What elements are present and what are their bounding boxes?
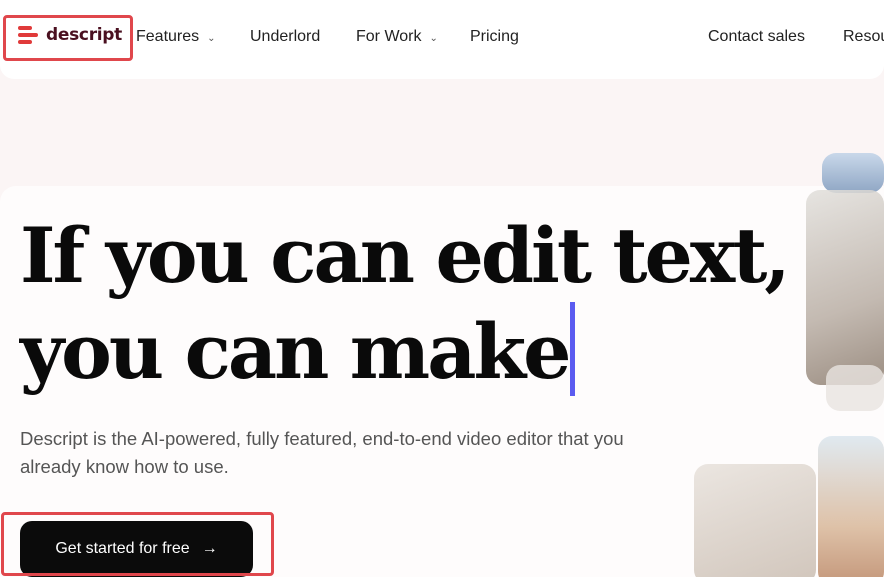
chevron-down-icon: ⌄ [429,32,438,44]
nav-resources[interactable]: Resou [843,28,884,46]
chevron-down-icon: ⌄ [207,32,216,44]
logo-highlight-box [3,15,133,61]
media-thumbnail [826,365,884,411]
headline-line-1: If you can edit text, [20,211,791,300]
nav-features-label: Features [136,28,200,45]
nav-for-work[interactable]: For Work ⌄ [356,28,438,46]
nav-pricing-label: Pricing [470,28,519,45]
hero-headline: If you can edit text, you can make [20,210,791,398]
nav-for-work-label: For Work [356,28,422,45]
cta-highlight-box [1,512,274,576]
headline-line-2: you can make [20,307,571,396]
nav-underlord[interactable]: Underlord [250,28,320,46]
nav-pricing[interactable]: Pricing [470,28,519,46]
media-thumbnail [694,464,816,577]
nav-contact-sales-label: Contact sales [708,28,805,45]
hero-subtext: Descript is the AI-powered, fully featur… [20,428,624,477]
nav-resources-label: Resou [843,28,884,45]
media-thumbnail [822,153,884,193]
nav-underlord-label: Underlord [250,28,321,45]
text-cursor [570,302,576,396]
nav-features[interactable]: Features ⌄ [136,28,216,46]
nav-contact-sales[interactable]: Contact sales [708,28,805,46]
media-thumbnail [806,190,884,385]
media-thumbnail [818,436,884,577]
